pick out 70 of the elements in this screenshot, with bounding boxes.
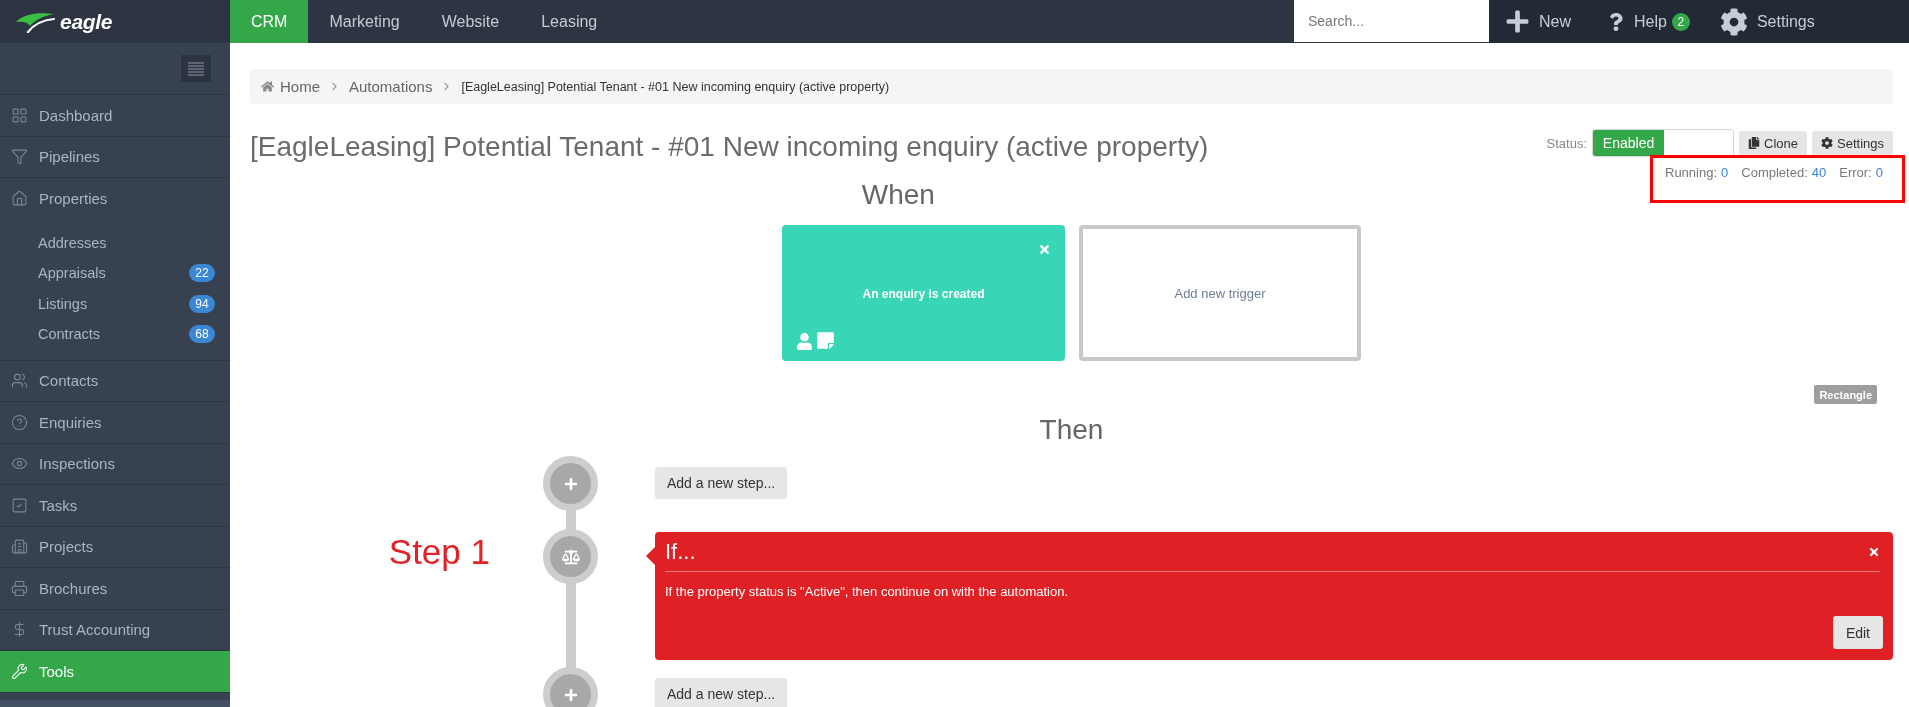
copy-icon	[1748, 137, 1761, 149]
nav-tab[interactable]: Website	[420, 0, 521, 43]
plus-icon	[563, 687, 578, 702]
building-icon	[11, 538, 28, 556]
step-title: If...	[665, 537, 696, 566]
stat-value-link[interactable]: 0	[1721, 164, 1729, 194]
question-icon	[11, 413, 28, 431]
logo-icon	[15, 10, 55, 33]
count-badge: 68	[189, 325, 215, 344]
plus-icon	[563, 476, 578, 491]
sidebar-item[interactable]: Properties	[0, 178, 230, 220]
wrench-icon	[11, 662, 28, 680]
stat-label: Running:	[1665, 164, 1718, 182]
nav-tab[interactable]: Leasing	[520, 0, 619, 43]
sidebar-subitem[interactable]: Listings 94	[0, 288, 230, 319]
printer-icon	[11, 579, 28, 597]
add-step-node[interactable]	[543, 456, 598, 511]
plus-icon	[1505, 9, 1530, 34]
sidebar-subitem[interactable]: Contracts 68	[0, 319, 230, 350]
settings-icon	[1821, 137, 1833, 149]
nav-tab[interactable]: Marketing	[308, 0, 421, 43]
funnel-icon	[11, 148, 28, 166]
top-action-link[interactable]: Help	[1607, 12, 1667, 31]
question-icon	[1607, 12, 1625, 31]
menu-toggle-button[interactable]	[181, 55, 211, 82]
close-icon[interactable]	[1868, 545, 1880, 558]
add-step-node[interactable]	[543, 667, 598, 707]
trigger-title: An enquiry is created	[862, 286, 985, 301]
stat-value-link[interactable]: 40	[1811, 164, 1827, 194]
step-description: If the property status is "Active", then continue on with the automation.	[665, 584, 1070, 600]
stat-label: Completed:	[1741, 164, 1808, 182]
section-heading: When	[860, 178, 936, 212]
sidebar-subitem[interactable]: Appraisals 22	[0, 258, 230, 289]
add-trigger-card[interactable]: Add new trigger	[1079, 225, 1361, 361]
nav-tab[interactable]: CRM	[230, 0, 309, 43]
house-icon	[261, 80, 274, 93]
stat-value-link[interactable]: 0	[1875, 164, 1883, 194]
tag-label: Rectangle	[1814, 385, 1877, 404]
top-action-link[interactable]: New	[1505, 9, 1571, 34]
people-icon	[11, 372, 28, 390]
note-icon	[816, 331, 835, 350]
breadcrumb-link[interactable]: Automations	[349, 78, 433, 95]
count-badge: 94	[189, 294, 215, 313]
top-action-link[interactable]: Settings	[1719, 7, 1815, 36]
status-label: Status:	[1546, 135, 1588, 151]
grid-icon	[11, 106, 28, 124]
count-badge: 2	[1671, 12, 1690, 31]
check-square-icon	[11, 496, 28, 514]
search-field[interactable]: Search...	[1294, 0, 1489, 42]
person-icon	[796, 333, 813, 350]
count-badge: 22	[189, 264, 215, 283]
status-toggle[interactable]: Enabled	[1592, 129, 1735, 157]
sidebar-item[interactable]: Tools	[0, 651, 230, 693]
clone-button[interactable]: Clone	[1739, 130, 1807, 156]
scales-icon	[561, 547, 580, 566]
section-heading: Then	[1038, 413, 1105, 447]
page-title: [EagleLeasing] Potential Tenant - #01 New incoming enquiry (active property)	[250, 130, 1210, 164]
breadcrumb-link[interactable]: Home	[261, 78, 320, 95]
add-step-button[interactable]: Add a new step...	[655, 678, 788, 707]
sidebar-subitem[interactable]: Addresses	[0, 227, 230, 258]
settings-icon	[1719, 7, 1748, 36]
stat-label: Error:	[1839, 164, 1872, 182]
menu-icon	[188, 61, 204, 76]
settings-button[interactable]: Settings	[1812, 130, 1893, 156]
edit-button[interactable]: Edit	[1832, 616, 1883, 649]
step-label: Step 1	[387, 531, 491, 573]
breadcrumb-current: [EagleLeasing] Potential Tenant - #01 New incoming enquiry (active property)	[461, 79, 890, 94]
brand-name: eagle	[60, 9, 113, 34]
house-icon	[11, 190, 28, 208]
add-step-button[interactable]: Add a new step...	[655, 467, 788, 499]
